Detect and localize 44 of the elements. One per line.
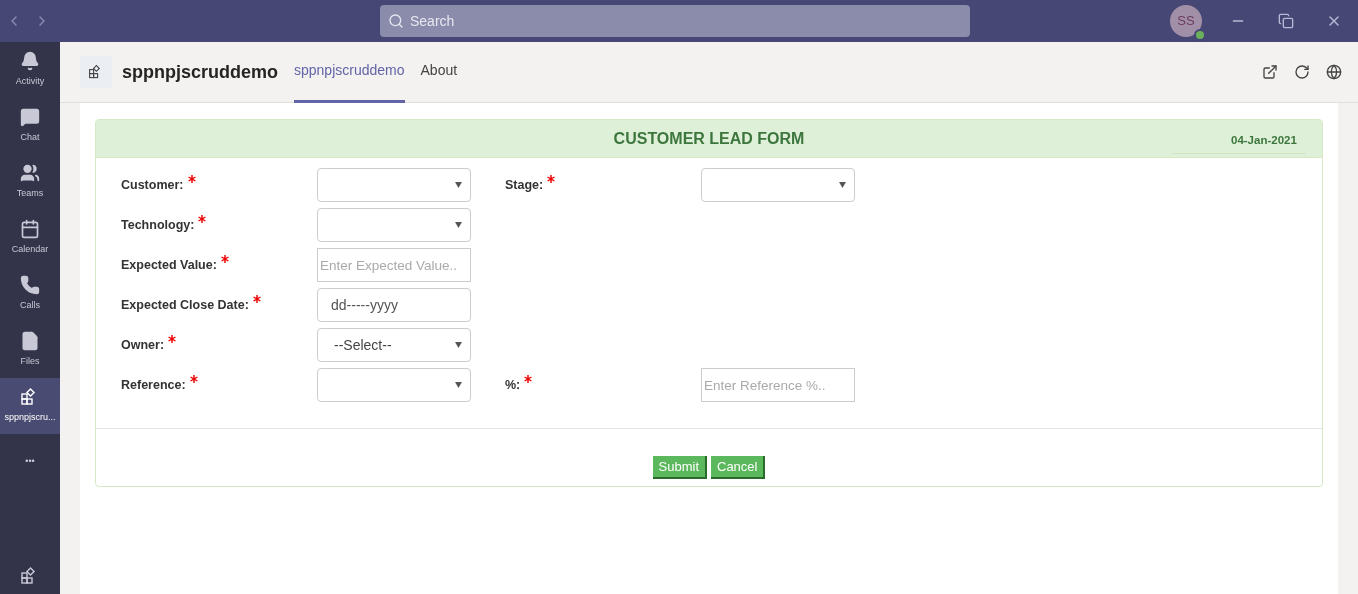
dropdown-field[interactable] [701,168,855,202]
sidebar-item[interactable]: Calendar [0,210,60,266]
dropdown-field[interactable] [317,168,471,202]
bell-icon [20,51,40,72]
file-icon [20,331,40,352]
calendar-icon [20,219,40,240]
sidebar-item[interactable]: Teams [0,154,60,210]
field-label: Expected Value: [121,256,217,274]
caret-icon [839,182,846,188]
caret-icon [455,222,462,228]
field-label: Owner: [121,336,165,354]
field-label: Technology: [121,216,195,234]
dropdown-field[interactable]: --Select-- [317,328,471,362]
text-field[interactable]: Enter Reference %.. [701,368,855,402]
text-field[interactable]: Enter Expected Value.. [317,248,471,282]
external-link-icon[interactable] [1262,64,1278,80]
sidebar-item[interactable]: Calls [0,266,60,322]
form-date: 04-Jan-2021 [1171,132,1306,155]
caret-icon [455,382,462,388]
field-label: Expected Close Date: [121,296,249,314]
form-title: CUSTOMER LEAD FORM [613,128,805,149]
search-icon [388,13,404,29]
restore-icon[interactable] [1278,13,1294,29]
phone-icon [20,275,40,296]
date-field[interactable]: dd-----yyyy [317,288,471,322]
globe-icon[interactable] [1326,64,1342,80]
people-icon [20,163,40,184]
dropdown-field[interactable] [317,208,471,242]
sidebar-item[interactable]: ••• [0,434,60,490]
sidebar-item[interactable]: Files [0,322,60,378]
caret-icon [455,342,462,348]
app-name: sppnpjscruddemo [122,60,278,84]
dropdown-field[interactable] [317,368,471,402]
chat-icon [20,107,40,128]
caret-icon [455,182,462,188]
sidebar-item[interactable]: sppnpjscru... [0,378,60,434]
field-label: Stage: [505,176,544,194]
field-label: %: [505,376,521,394]
sidebar-item[interactable]: Activity [0,42,60,98]
refresh-icon[interactable] [1294,64,1310,80]
field-label: Reference: [121,376,186,394]
sidebar-item[interactable]: Chat [0,98,60,154]
field-label: Customer: [121,176,184,194]
tab[interactable]: About [420,41,458,103]
